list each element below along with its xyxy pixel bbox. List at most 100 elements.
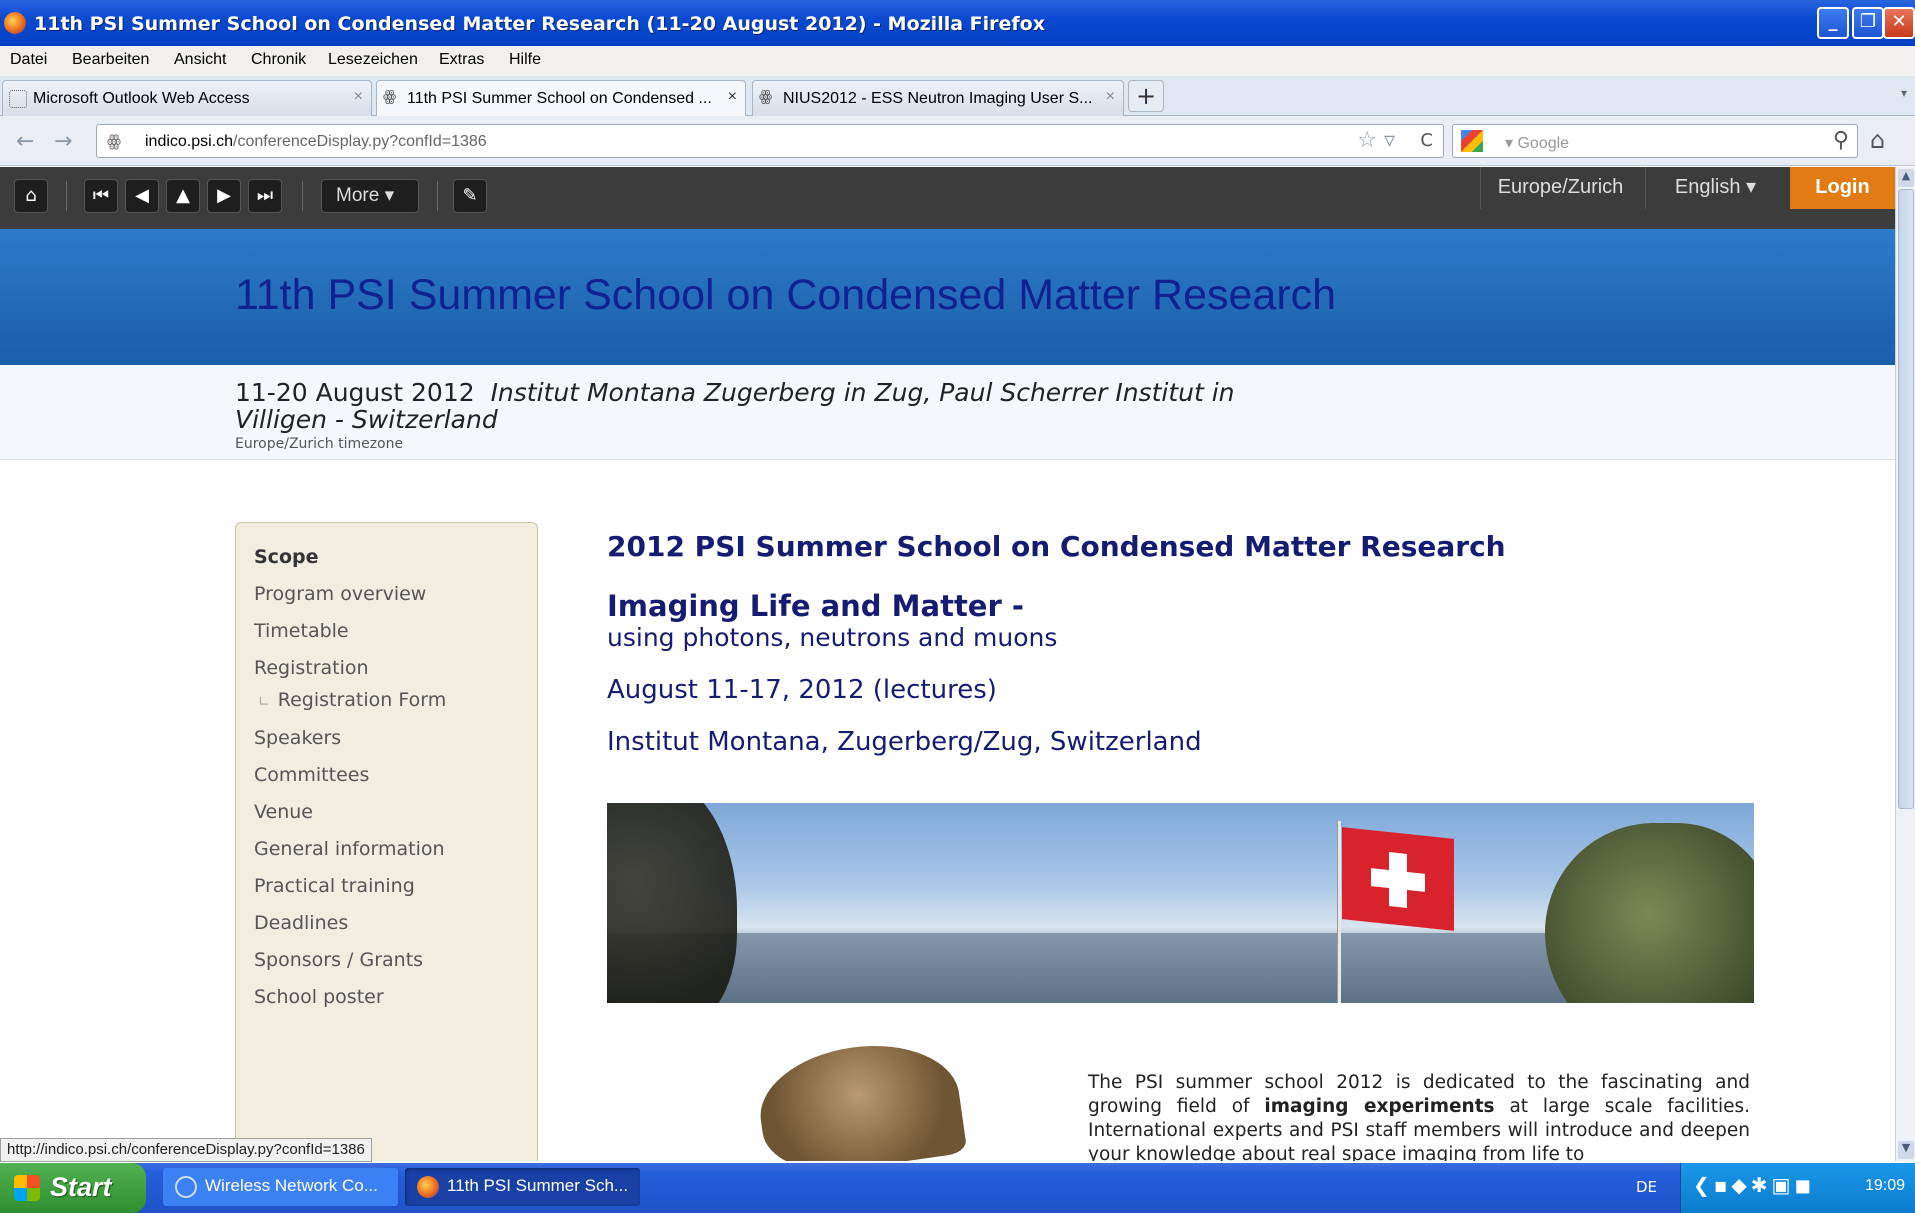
menu-item-program-overview[interactable]: Program overview <box>254 583 426 605</box>
url-text[interactable]: indico.psi.ch/conferenceDisplay.py?confI… <box>145 133 487 151</box>
tab-label: 11th PSI Summer School on Condensed ... <box>407 90 712 107</box>
bookmark-star-icon[interactable]: ☆ ▿ <box>1357 128 1395 153</box>
tab-label: NIUS2012 - ESS Neutron Imaging User S... <box>783 90 1093 107</box>
start-button[interactable]: Start <box>0 1163 146 1213</box>
up-category-icon[interactable]: ▲ <box>166 179 200 213</box>
mask-icon: ꙮ <box>383 88 397 105</box>
firefox-icon[interactable] <box>4 12 26 34</box>
mask-icon: ꙮ <box>759 88 773 105</box>
last-event-icon[interactable]: ⏭ <box>248 179 282 213</box>
window-titlebar: 11th PSI Summer School on Condensed Matt… <box>0 0 1915 46</box>
menu-item-school-poster[interactable]: School poster <box>254 986 384 1008</box>
menu-item-scope[interactable]: Scope <box>254 546 319 568</box>
menu-item-timetable[interactable]: Timetable <box>254 620 349 642</box>
home-icon[interactable]: ⌂ <box>1870 126 1885 154</box>
new-tab-button[interactable]: + <box>1128 80 1164 112</box>
url-domain: indico.psi.ch <box>145 133 234 150</box>
scroll-thumb[interactable] <box>1898 189 1914 809</box>
minimize-button[interactable]: _ <box>1817 7 1849 39</box>
reload-icon[interactable]: C <box>1420 130 1433 151</box>
taskbar-item-wireless[interactable]: Wireless Network Co... <box>163 1168 398 1206</box>
more-menu-button[interactable]: More ▾ <box>321 179 419 213</box>
menu-item-deadlines[interactable]: Deadlines <box>254 912 348 934</box>
login-button[interactable]: Login <box>1790 167 1895 209</box>
language-selector[interactable]: English ▾ <box>1645 167 1785 209</box>
menu-item-general-information[interactable]: General information <box>254 838 445 860</box>
fossil-artifact-image <box>752 1033 968 1161</box>
menu-item-registration[interactable]: Registration <box>254 657 369 679</box>
flag-pole <box>1337 821 1341 1003</box>
edit-pencil-icon[interactable]: ✎ <box>453 179 487 213</box>
firefox-icon <box>417 1176 439 1198</box>
back-arrow-icon[interactable]: ← <box>16 129 34 154</box>
intro-text-bold: imaging experiments <box>1264 1096 1495 1117</box>
previous-event-icon[interactable]: ◀ <box>125 179 159 213</box>
tab-psi-summer-school[interactable]: ꙮ 11th PSI Summer School on Condensed ..… <box>376 80 746 117</box>
conference-menu: Scope Program overview Timetable Registr… <box>235 522 538 1161</box>
maximize-button[interactable]: ❐ <box>1852 7 1884 39</box>
toolbar-separator <box>302 181 303 211</box>
scroll-up-icon[interactable]: ▲ <box>1898 169 1914 187</box>
menu-datei[interactable]: Datei <box>10 51 47 69</box>
menu-bearbeiten[interactable]: Bearbeiten <box>72 51 149 69</box>
first-event-icon[interactable]: ⏮ <box>84 179 118 213</box>
tab-list-icon[interactable]: ▾ <box>1901 86 1907 100</box>
menu-item-speakers[interactable]: Speakers <box>254 727 341 749</box>
content-heading: 2012 PSI Summer School on Condensed Matt… <box>607 530 1506 563</box>
page-scrollbar[interactable]: ▲ ▼ <box>1895 167 1915 1161</box>
toolbar-separator <box>66 181 67 211</box>
close-tab-icon[interactable]: × <box>728 88 737 106</box>
conference-subheader: 11-20 August 2012 Institut Montana Zuger… <box>0 365 1895 460</box>
timezone-note: Europe/Zurich timezone <box>235 436 404 452</box>
school-location: Institut Montana, Zugerberg/Zug, Switzer… <box>607 727 1202 757</box>
next-event-icon[interactable]: ▶ <box>207 179 241 213</box>
menu-item-label: Registration Form <box>277 689 447 711</box>
conference-dates-venue: 11-20 August 2012 Institut Montana Zuger… <box>235 379 1265 433</box>
swiss-flag <box>1342 827 1454 931</box>
indico-toolbar: ⌂ ⏮ ◀ ▲ ▶ ⏭ More ▾ ✎ Europe/Zurich Engli… <box>0 167 1895 229</box>
banner-image-swiss-flag <box>607 803 1754 1003</box>
tab-outlook[interactable]: Microsoft Outlook Web Access × <box>2 80 372 116</box>
scroll-down-icon[interactable]: ▼ <box>1898 1141 1914 1159</box>
timezone-selector[interactable]: Europe/Zurich <box>1480 167 1640 209</box>
menu-chronik[interactable]: Chronik <box>251 51 306 69</box>
indico-home-icon[interactable]: ⌂ <box>14 179 48 213</box>
address-bar[interactable]: ꙮ indico.psi.ch/conferenceDisplay.py?con… <box>96 124 1444 158</box>
search-box[interactable]: ▾ Google ⚲ <box>1452 124 1858 158</box>
toolbar-separator <box>437 181 438 211</box>
language-indicator[interactable]: DE <box>1636 1178 1657 1196</box>
menu-item-practical-training[interactable]: Practical training <box>254 875 415 897</box>
windows-logo-icon <box>14 1175 40 1201</box>
tab-nius2012[interactable]: ꙮ NIUS2012 - ESS Neutron Imaging User S.… <box>752 80 1124 116</box>
site-identity-icon[interactable]: ꙮ <box>107 131 121 150</box>
conference-header: 11th PSI Summer School on Condensed Matt… <box>0 229 1895 365</box>
taskbar-item-firefox[interactable]: 11th PSI Summer Sch... <box>405 1168 640 1206</box>
search-icon[interactable]: ⚲ <box>1833 128 1849 153</box>
menu-item-sponsors-grants[interactable]: Sponsors / Grants <box>254 949 423 971</box>
google-icon[interactable] <box>1461 130 1483 152</box>
close-tab-icon[interactable]: × <box>354 88 363 106</box>
menu-extras[interactable]: Extras <box>439 51 484 69</box>
close-window-button[interactable]: ✕ <box>1883 7 1915 39</box>
menu-bar: Datei Bearbeiten Ansicht Chronik Lesezei… <box>0 46 1915 76</box>
page-icon <box>9 90 27 108</box>
taskbar-item-label: 11th PSI Summer Sch... <box>447 1176 629 1195</box>
taskbar-item-label: Wireless Network Co... <box>205 1176 378 1195</box>
clock[interactable]: 19:09 <box>1865 1177 1905 1195</box>
tab-label: Microsoft Outlook Web Access <box>33 90 250 107</box>
banner-tree-right <box>1545 823 1754 1003</box>
forward-arrow-icon[interactable]: → <box>54 129 72 154</box>
close-tab-icon[interactable]: × <box>1106 88 1115 106</box>
intro-paragraph: The PSI summer school 2012 is dedicated … <box>1088 1071 1750 1161</box>
lecture-dates: August 11-17, 2012 (lectures) <box>607 675 997 705</box>
menu-item-registration-form[interactable]: ∟ Registration Form <box>258 689 446 711</box>
menu-lesezeichen[interactable]: Lesezeichen <box>328 51 418 69</box>
conference-title: 11th PSI Summer School on Condensed Matt… <box>235 271 1337 319</box>
menu-ansicht[interactable]: Ansicht <box>174 51 226 69</box>
content-subheading-line2: using photons, neutrons and muons <box>607 623 1058 652</box>
menu-item-venue[interactable]: Venue <box>254 801 313 823</box>
menu-item-committees[interactable]: Committees <box>254 764 369 786</box>
tray-icons[interactable]: ❮▪◆✱▣◼ <box>1693 1173 1815 1197</box>
tree-branch-icon: ∟ <box>258 694 270 710</box>
menu-hilfe[interactable]: Hilfe <box>509 51 541 69</box>
